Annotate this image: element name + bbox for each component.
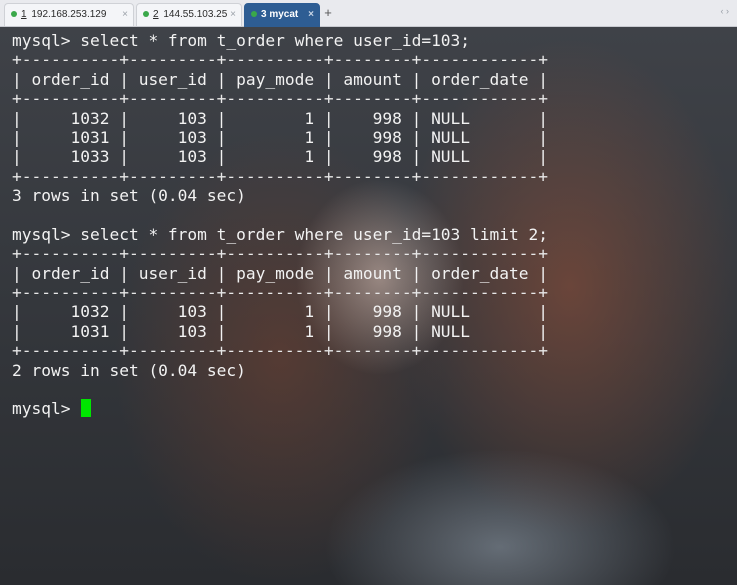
- tab-number: 1: [21, 9, 27, 20]
- table-border: +----------+---------+----------+-------…: [12, 341, 549, 361]
- close-icon[interactable]: ×: [230, 4, 236, 26]
- table-header: | order_id | user_id | pay_mode | amount…: [12, 69, 549, 89]
- tab-number: 2: [153, 9, 159, 20]
- table-row: | 1031 | 103 | 1 | 998 | NULL |: [12, 321, 549, 341]
- table-row: | 1031 | 103 | 1 | 998 | NULL |: [12, 127, 549, 147]
- table-row: | 1033 | 103 | 1 | 998 | NULL |: [12, 147, 549, 167]
- add-tab-button[interactable]: +: [321, 4, 335, 22]
- tab-label: 144.55.103.25: [163, 9, 228, 20]
- tab-label: 192.168.253.129: [31, 9, 107, 20]
- table-row: | 1032 | 103 | 1 | 998 | NULL |: [12, 302, 549, 322]
- tab-label: mycat: [269, 9, 299, 20]
- table-row: | 1032 | 103 | 1 | 998 | NULL |: [12, 108, 549, 128]
- table-border: +----------+---------+----------+-------…: [12, 50, 549, 70]
- close-icon[interactable]: ×: [122, 4, 128, 26]
- result-summary: 3 rows in set (0.04 sec): [12, 186, 246, 206]
- connection-status-icon: [143, 11, 149, 18]
- result-summary: 2 rows in set (0.04 sec): [12, 360, 246, 380]
- connection-status-icon: [251, 11, 257, 18]
- table-border: +----------+---------+----------+-------…: [12, 244, 549, 264]
- tab-scroll-arrows-icon[interactable]: ‹ ›: [721, 6, 730, 16]
- table-border: +----------+---------+----------+-------…: [12, 283, 549, 303]
- tab-number: 3: [261, 9, 267, 20]
- tab-session-3[interactable]: 3 mycat ×: [244, 3, 320, 27]
- prompt-text: mysql>: [12, 399, 81, 419]
- command-line: mysql> select * from t_order where user_…: [12, 224, 549, 244]
- prompt-line[interactable]: mysql>: [12, 399, 548, 418]
- command-line: mysql> select * from t_order where user_…: [12, 31, 471, 50]
- table-border: +----------+---------+----------+-------…: [12, 89, 549, 109]
- connection-status-icon: [11, 11, 17, 18]
- table-header: | order_id | user_id | pay_mode | amount…: [12, 263, 549, 283]
- tab-session-1[interactable]: 1 192.168.253.129 ×: [4, 3, 134, 26]
- session-tab-bar: 1 192.168.253.129 × 2 144.55.103.25 × 3 …: [0, 0, 737, 27]
- table-border: +----------+---------+----------+-------…: [12, 166, 549, 186]
- terminal-lines: mysql> select * from t_order where user_…: [12, 31, 548, 419]
- terminal-cursor: [81, 399, 92, 418]
- tab-session-2[interactable]: 2 144.55.103.25 ×: [136, 3, 242, 26]
- close-icon[interactable]: ×: [308, 4, 314, 26]
- terminal-output[interactable]: mysql> select * from t_order where user_…: [0, 27, 737, 585]
